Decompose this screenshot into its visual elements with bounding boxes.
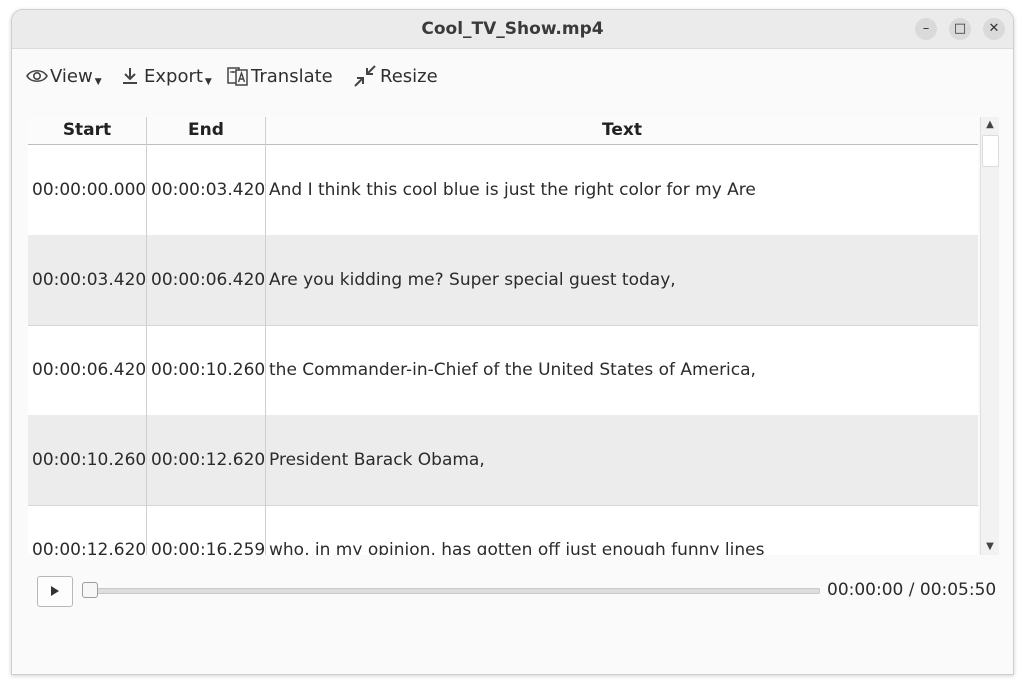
start-cell[interactable]: 00:00:00.000 xyxy=(32,145,146,235)
resize-button[interactable]: Resize xyxy=(353,64,438,88)
time-display: 00:00:00 / 00:05:50 xyxy=(827,580,997,600)
end-cell[interactable]: 00:00:06.420 xyxy=(151,235,265,325)
column-divider xyxy=(265,117,266,555)
resize-label: Resize xyxy=(380,65,438,87)
app-window: Cool_TV_Show.mp4 – □ ✕ View ▼ Export ▼ T… xyxy=(11,9,1014,675)
table-row[interactable]: 00:00:12.620 00:00:16.259 who, in my opi… xyxy=(28,505,978,555)
text-cell[interactable]: who, in my opinion, has gotten off just … xyxy=(269,505,969,555)
text-cell[interactable]: And I think this cool blue is just the r… xyxy=(269,145,969,235)
seek-handle[interactable] xyxy=(82,582,98,598)
download-icon xyxy=(121,67,139,85)
scroll-up-arrow-icon[interactable]: ▲ xyxy=(981,117,999,133)
start-cell[interactable]: 00:00:03.420 xyxy=(32,235,146,325)
table-row[interactable]: 00:00:00.000 00:00:03.420 And I think th… xyxy=(28,145,978,236)
start-cell[interactable]: 00:00:12.620 xyxy=(32,505,146,555)
play-button[interactable] xyxy=(37,576,73,607)
shrink-icon xyxy=(353,64,377,88)
text-cell[interactable]: Are you kidding me? Super special guest … xyxy=(269,235,969,325)
scrollbar-thumb[interactable] xyxy=(982,135,999,167)
text-cell[interactable]: President Barack Obama, xyxy=(269,415,969,505)
column-header-end[interactable]: End xyxy=(147,117,265,144)
maximize-button[interactable]: □ xyxy=(949,18,971,40)
seek-bar[interactable] xyxy=(86,588,820,594)
table-row[interactable]: 00:00:03.420 00:00:06.420 Are you kiddin… xyxy=(28,235,978,326)
toolbar: View ▼ Export ▼ Translate Resize xyxy=(12,48,1013,104)
table-header: Start End Text xyxy=(28,117,978,145)
vertical-scrollbar[interactable]: ▲ ▼ xyxy=(980,117,999,555)
subtitle-table: Start End Text 00:00:00.000 00:00:03.420… xyxy=(28,117,978,555)
eye-icon xyxy=(26,68,48,84)
end-cell[interactable]: 00:00:12.620 xyxy=(151,415,265,505)
title-bar: Cool_TV_Show.mp4 – □ ✕ xyxy=(12,10,1013,49)
view-menu-label: View xyxy=(50,65,93,87)
table-row[interactable]: 00:00:10.260 00:00:12.620 President Bara… xyxy=(28,415,978,506)
table-row[interactable]: 00:00:06.420 00:00:10.260 the Commander-… xyxy=(28,325,978,416)
column-divider xyxy=(146,117,147,555)
column-header-start[interactable]: Start xyxy=(28,117,146,144)
end-cell[interactable]: 00:00:10.260 xyxy=(151,325,265,415)
scroll-down-arrow-icon[interactable]: ▼ xyxy=(981,539,999,555)
media-player-bar: 00:00:00 / 00:05:50 xyxy=(12,570,1013,614)
export-menu-button[interactable]: Export ▼ xyxy=(121,64,212,88)
minimize-button[interactable]: – xyxy=(915,18,937,40)
translate-icon xyxy=(227,65,249,87)
window-title: Cool_TV_Show.mp4 xyxy=(421,19,604,39)
end-cell[interactable]: 00:00:16.259 xyxy=(151,505,265,555)
start-cell[interactable]: 00:00:06.420 xyxy=(32,325,146,415)
text-cell[interactable]: the Commander-in-Chief of the United Sta… xyxy=(269,325,969,415)
export-menu-label: Export xyxy=(144,65,203,87)
column-header-text[interactable]: Text xyxy=(266,117,978,144)
end-cell[interactable]: 00:00:03.420 xyxy=(151,145,265,235)
translate-button[interactable]: Translate xyxy=(227,64,333,88)
play-icon xyxy=(50,582,60,601)
start-cell[interactable]: 00:00:10.260 xyxy=(32,415,146,505)
translate-label: Translate xyxy=(251,65,333,87)
close-button[interactable]: ✕ xyxy=(983,18,1005,40)
view-menu-button[interactable]: View ▼ xyxy=(26,64,102,88)
chevron-down-icon: ▼ xyxy=(94,77,102,87)
chevron-down-icon: ▼ xyxy=(204,77,212,87)
